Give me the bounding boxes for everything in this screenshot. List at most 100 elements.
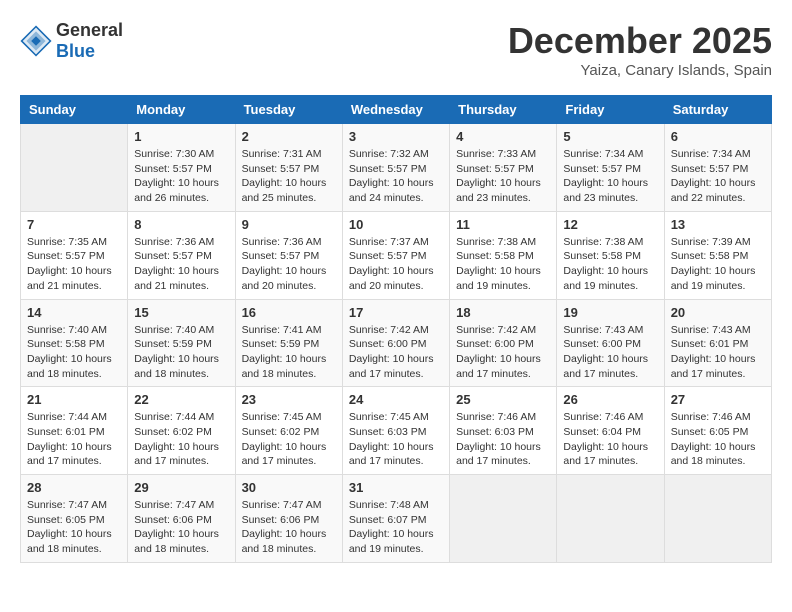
day-number: 16 bbox=[242, 305, 336, 320]
day-number: 10 bbox=[349, 217, 443, 232]
calendar-cell: 18 Sunrise: 7:42 AM Sunset: 6:00 PM Dayli… bbox=[450, 299, 557, 387]
calendar-cell: 26Sunrise: 7:46 AM Sunset: 6:04 PM Dayli… bbox=[557, 387, 664, 475]
month-title: December 2025 bbox=[508, 20, 772, 62]
day-number: 12 bbox=[563, 217, 657, 232]
calendar-cell bbox=[557, 475, 664, 563]
day-number: 7 bbox=[27, 217, 121, 232]
day-info: Sunrise: 7:37 AM Sunset: 5:57 PM Dayligh… bbox=[349, 235, 443, 294]
day-number: 9 bbox=[242, 217, 336, 232]
calendar-cell: 17 Sunrise: 7:42 AM Sunset: 6:00 PM Dayli… bbox=[342, 299, 449, 387]
day-info: Sunrise: 7:47 AM Sunset: 6:05 PM Dayligh… bbox=[27, 498, 121, 557]
day-number: 20 bbox=[671, 305, 765, 320]
calendar-week-1: 1 Sunrise: 7:30 AM Sunset: 5:57 PM Daylig… bbox=[21, 124, 772, 212]
weekday-header-thursday: Thursday bbox=[450, 96, 557, 124]
calendar-cell: 11 Sunrise: 7:38 AM Sunset: 5:58 PM Dayli… bbox=[450, 211, 557, 299]
calendar-cell: 28 Sunrise: 7:47 AM Sunset: 6:05 PM Dayli… bbox=[21, 475, 128, 563]
day-info: Sunrise: 7:38 AM Sunset: 5:58 PM Dayligh… bbox=[563, 235, 657, 294]
day-info: Sunrise: 7:38 AM Sunset: 5:58 PM Dayligh… bbox=[456, 235, 550, 294]
calendar-cell: 24 Sunrise: 7:45 AM Sunset: 6:03 PM Dayli… bbox=[342, 387, 449, 475]
day-info: Sunrise: 7:40 AM Sunset: 5:59 PM Dayligh… bbox=[134, 323, 228, 382]
weekday-header-monday: Monday bbox=[128, 96, 235, 124]
day-info: Sunrise: 7:47 AM Sunset: 6:06 PM Dayligh… bbox=[242, 498, 336, 557]
day-number: 18 bbox=[456, 305, 550, 320]
day-number: 23 bbox=[242, 392, 336, 407]
calendar-cell: 2 Sunrise: 7:31 AM Sunset: 5:57 PM Daylig… bbox=[235, 124, 342, 212]
calendar-cell: 31 Sunrise: 7:48 AM Sunset: 6:07 PM Dayli… bbox=[342, 475, 449, 563]
day-info: Sunrise: 7:34 AM Sunset: 5:57 PM Dayligh… bbox=[563, 147, 657, 206]
calendar-cell: 9 Sunrise: 7:36 AM Sunset: 5:57 PM Daylig… bbox=[235, 211, 342, 299]
calendar-cell: 4Sunrise: 7:33 AM Sunset: 5:57 PM Daylig… bbox=[450, 124, 557, 212]
day-info: Sunrise: 7:40 AM Sunset: 5:58 PM Dayligh… bbox=[27, 323, 121, 382]
day-info: Sunrise: 7:36 AM Sunset: 5:57 PM Dayligh… bbox=[242, 235, 336, 294]
location: Yaiza, Canary Islands, Spain bbox=[508, 62, 772, 79]
day-info: Sunrise: 7:47 AM Sunset: 6:06 PM Dayligh… bbox=[134, 498, 228, 557]
weekday-header-saturday: Saturday bbox=[664, 96, 771, 124]
weekday-header-friday: Friday bbox=[557, 96, 664, 124]
calendar-cell: 30 Sunrise: 7:47 AM Sunset: 6:06 PM Dayli… bbox=[235, 475, 342, 563]
day-info: Sunrise: 7:43 AM Sunset: 6:01 PM Dayligh… bbox=[671, 323, 765, 382]
calendar-cell: 21 Sunrise: 7:44 AM Sunset: 6:01 PM Dayli… bbox=[21, 387, 128, 475]
day-info: Sunrise: 7:39 AM Sunset: 5:58 PM Dayligh… bbox=[671, 235, 765, 294]
weekday-header-sunday: Sunday bbox=[21, 96, 128, 124]
calendar-table: SundayMondayTuesdayWednesdayThursdayFrid… bbox=[20, 95, 772, 563]
title-block: December 2025 Yaiza, Canary Islands, Spa… bbox=[508, 20, 772, 79]
logo-general: General bbox=[56, 20, 123, 40]
calendar-week-4: 21 Sunrise: 7:44 AM Sunset: 6:01 PM Dayli… bbox=[21, 387, 772, 475]
page-header: General Blue December 2025 Yaiza, Canary… bbox=[20, 20, 772, 79]
day-number: 31 bbox=[349, 480, 443, 495]
calendar-cell: 8 Sunrise: 7:36 AM Sunset: 5:57 PM Daylig… bbox=[128, 211, 235, 299]
day-info: Sunrise: 7:43 AM Sunset: 6:00 PM Dayligh… bbox=[563, 323, 657, 382]
calendar-cell: 5Sunrise: 7:34 AM Sunset: 5:57 PM Daylig… bbox=[557, 124, 664, 212]
day-number: 6 bbox=[671, 129, 765, 144]
calendar-cell bbox=[450, 475, 557, 563]
day-number: 11 bbox=[456, 217, 550, 232]
day-number: 28 bbox=[27, 480, 121, 495]
calendar-cell: 10 Sunrise: 7:37 AM Sunset: 5:57 PM Dayli… bbox=[342, 211, 449, 299]
day-info: Sunrise: 7:45 AM Sunset: 6:02 PM Dayligh… bbox=[242, 410, 336, 469]
weekday-header-wednesday: Wednesday bbox=[342, 96, 449, 124]
day-info: Sunrise: 7:42 AM Sunset: 6:00 PM Dayligh… bbox=[349, 323, 443, 382]
calendar-week-5: 28 Sunrise: 7:47 AM Sunset: 6:05 PM Dayli… bbox=[21, 475, 772, 563]
day-number: 8 bbox=[134, 217, 228, 232]
day-number: 19 bbox=[563, 305, 657, 320]
calendar-cell: 19 Sunrise: 7:43 AM Sunset: 6:00 PM Dayli… bbox=[557, 299, 664, 387]
calendar-week-3: 14 Sunrise: 7:40 AM Sunset: 5:58 PM Dayli… bbox=[21, 299, 772, 387]
day-info: Sunrise: 7:44 AM Sunset: 6:01 PM Dayligh… bbox=[27, 410, 121, 469]
day-info: Sunrise: 7:36 AM Sunset: 5:57 PM Dayligh… bbox=[134, 235, 228, 294]
day-info: Sunrise: 7:31 AM Sunset: 5:57 PM Dayligh… bbox=[242, 147, 336, 206]
day-number: 2 bbox=[242, 129, 336, 144]
calendar-cell: 29 Sunrise: 7:47 AM Sunset: 6:06 PM Dayli… bbox=[128, 475, 235, 563]
calendar-cell: 12 Sunrise: 7:38 AM Sunset: 5:58 PM Dayli… bbox=[557, 211, 664, 299]
weekday-header-row: SundayMondayTuesdayWednesdayThursdayFrid… bbox=[21, 96, 772, 124]
day-number: 14 bbox=[27, 305, 121, 320]
day-number: 21 bbox=[27, 392, 121, 407]
calendar-cell: 13 Sunrise: 7:39 AM Sunset: 5:58 PM Dayli… bbox=[664, 211, 771, 299]
logo-text: General Blue bbox=[56, 20, 123, 62]
day-number: 13 bbox=[671, 217, 765, 232]
day-info: Sunrise: 7:41 AM Sunset: 5:59 PM Dayligh… bbox=[242, 323, 336, 382]
day-info: Sunrise: 7:42 AM Sunset: 6:00 PM Dayligh… bbox=[456, 323, 550, 382]
calendar-cell: 22Sunrise: 7:44 AM Sunset: 6:02 PM Dayli… bbox=[128, 387, 235, 475]
logo-icon bbox=[20, 25, 52, 57]
calendar-cell: 6Sunrise: 7:34 AM Sunset: 5:57 PM Daylig… bbox=[664, 124, 771, 212]
day-number: 17 bbox=[349, 305, 443, 320]
day-info: Sunrise: 7:46 AM Sunset: 6:04 PM Dayligh… bbox=[563, 410, 657, 469]
day-number: 27 bbox=[671, 392, 765, 407]
day-info: Sunrise: 7:46 AM Sunset: 6:05 PM Dayligh… bbox=[671, 410, 765, 469]
day-info: Sunrise: 7:30 AM Sunset: 5:57 PM Dayligh… bbox=[134, 147, 228, 206]
calendar-cell: 16 Sunrise: 7:41 AM Sunset: 5:59 PM Dayli… bbox=[235, 299, 342, 387]
day-number: 29 bbox=[134, 480, 228, 495]
day-info: Sunrise: 7:48 AM Sunset: 6:07 PM Dayligh… bbox=[349, 498, 443, 557]
day-number: 1 bbox=[134, 129, 228, 144]
calendar-cell: 1 Sunrise: 7:30 AM Sunset: 5:57 PM Daylig… bbox=[128, 124, 235, 212]
day-info: Sunrise: 7:33 AM Sunset: 5:57 PM Dayligh… bbox=[456, 147, 550, 206]
day-info: Sunrise: 7:45 AM Sunset: 6:03 PM Dayligh… bbox=[349, 410, 443, 469]
calendar-cell: 23 Sunrise: 7:45 AM Sunset: 6:02 PM Dayli… bbox=[235, 387, 342, 475]
logo-blue: Blue bbox=[56, 41, 95, 61]
day-number: 24 bbox=[349, 392, 443, 407]
calendar-week-2: 7Sunrise: 7:35 AM Sunset: 5:57 PM Daylig… bbox=[21, 211, 772, 299]
day-number: 15 bbox=[134, 305, 228, 320]
day-number: 30 bbox=[242, 480, 336, 495]
calendar-cell bbox=[21, 124, 128, 212]
calendar-cell: 3Sunrise: 7:32 AM Sunset: 5:57 PM Daylig… bbox=[342, 124, 449, 212]
